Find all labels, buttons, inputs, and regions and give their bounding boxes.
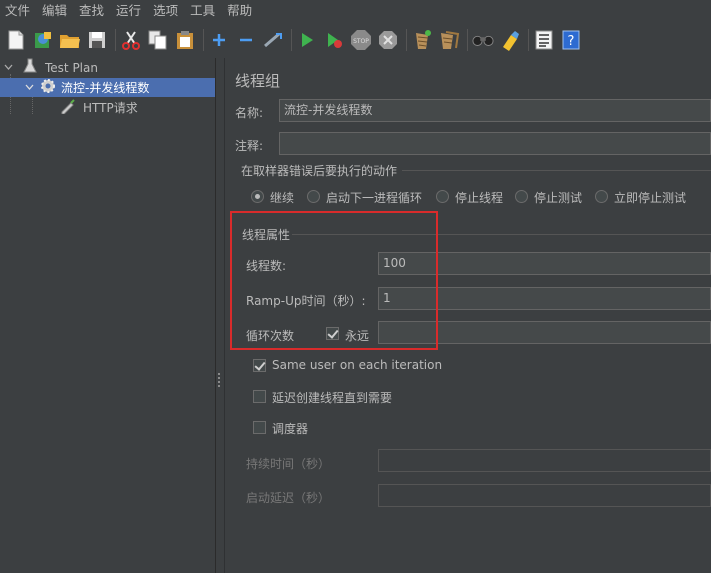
toolbar-separator: [115, 29, 116, 51]
menu-edit[interactable]: 编辑: [37, 0, 74, 22]
radio-stop-thread[interactable]: [436, 190, 449, 203]
new-icon[interactable]: [5, 29, 27, 51]
threads-label: 线程数:: [246, 259, 287, 273]
cut-icon[interactable]: [120, 29, 142, 51]
startup-delay-label: 启动延迟（秒）: [246, 491, 331, 505]
clear-all-icon[interactable]: [438, 29, 460, 51]
tree-label-thread-group: 流控-并发线程数: [61, 81, 150, 95]
loop-label: 循环次数: [246, 329, 295, 343]
comment-label: 注释:: [235, 139, 264, 153]
search-icon[interactable]: [472, 29, 494, 51]
menu-help[interactable]: 帮助: [222, 0, 259, 22]
chevron-down-icon[interactable]: [4, 61, 13, 75]
menu-search[interactable]: 查找: [74, 0, 111, 22]
tree-label-http-request: HTTP请求: [83, 101, 138, 115]
thread-props-title: 线程属性: [242, 228, 291, 242]
name-field[interactable]: 流控-并发线程数: [279, 99, 711, 122]
expand-icon[interactable]: [208, 29, 230, 51]
rampup-label: Ramp-Up时间（秒）:: [246, 294, 366, 308]
same-user-checkbox[interactable]: [253, 359, 266, 372]
svg-text:?: ?: [568, 34, 575, 49]
radio-stop-thread-label: 停止线程: [455, 191, 504, 205]
loop-count-field[interactable]: [378, 321, 711, 344]
radio-start-next-loop[interactable]: [307, 190, 320, 203]
flask-icon: [23, 58, 37, 77]
stop-icon[interactable]: STOP: [350, 29, 372, 51]
splitter-grip[interactable]: [218, 373, 220, 387]
radio-continue-label: 继续: [270, 191, 295, 205]
tree-label-test-plan: Test Plan: [45, 60, 98, 75]
duration-field[interactable]: [378, 449, 711, 472]
scheduler-label: 调度器: [272, 422, 309, 436]
rampup-field[interactable]: 1: [378, 287, 711, 310]
help-icon[interactable]: ?: [560, 29, 582, 51]
collapse-icon[interactable]: [235, 29, 257, 51]
tree-node-test-plan[interactable]: Test Plan: [0, 58, 98, 77]
panel-splitter[interactable]: [216, 58, 224, 573]
delay-create-checkbox[interactable]: [253, 390, 266, 403]
tree-node-http-request[interactable]: HTTP请求: [0, 98, 138, 117]
start-icon[interactable]: [296, 29, 318, 51]
paste-icon[interactable]: [174, 29, 196, 51]
panel-divider: [224, 58, 225, 573]
group-border: [402, 170, 711, 171]
start-no-timers-icon[interactable]: [323, 29, 345, 51]
menu-tools[interactable]: 工具: [185, 0, 222, 22]
toolbar-separator: [467, 29, 468, 51]
gear-icon: [40, 78, 56, 97]
function-helper-icon[interactable]: [533, 29, 555, 51]
chevron-down-icon[interactable]: [25, 81, 34, 95]
duration-label: 持续时间（秒）: [246, 457, 331, 471]
radio-stop-test[interactable]: [515, 190, 528, 203]
startup-delay-field[interactable]: [378, 484, 711, 507]
radio-stop-test-now-label: 立即停止测试: [614, 191, 687, 205]
scheduler-checkbox[interactable]: [253, 421, 266, 434]
toolbar-separator: [406, 29, 407, 51]
menu-options[interactable]: 选项: [148, 0, 185, 22]
copy-icon[interactable]: [147, 29, 169, 51]
shutdown-icon[interactable]: [377, 29, 399, 51]
name-label: 名称:: [235, 106, 264, 120]
forever-label: 永远: [345, 329, 370, 343]
pipette-icon: [60, 98, 76, 117]
templates-icon[interactable]: [32, 29, 54, 51]
threads-field[interactable]: 100: [378, 252, 711, 275]
error-action-title: 在取样器错误后要执行的动作: [241, 164, 398, 178]
toolbar-separator: [291, 29, 292, 51]
toggle-icon[interactable]: [262, 29, 284, 51]
save-icon[interactable]: [86, 29, 108, 51]
tree-node-thread-group[interactable]: 流控-并发线程数: [0, 78, 215, 97]
clear-icon[interactable]: [411, 29, 433, 51]
menu-run[interactable]: 运行: [111, 0, 148, 22]
page-title: 线程组: [235, 72, 281, 90]
svg-text:STOP: STOP: [353, 38, 369, 45]
menubar: 文件 编辑 查找 运行 选项 工具 帮助: [0, 0, 711, 22]
radio-stop-test-label: 停止测试: [534, 191, 583, 205]
toolbar-separator: [203, 29, 204, 51]
radio-continue[interactable]: [251, 190, 264, 203]
toolbar: STOP ?: [0, 22, 711, 58]
toolbar-separator: [528, 29, 529, 51]
comment-field[interactable]: [279, 132, 711, 155]
open-icon[interactable]: [59, 29, 81, 51]
delay-create-label: 延迟创建线程直到需要: [272, 391, 393, 405]
radio-start-next-loop-label: 启动下一进程循环: [326, 191, 423, 205]
menu-file[interactable]: 文件: [0, 0, 37, 22]
radio-stop-test-now[interactable]: [595, 190, 608, 203]
same-user-label: Same user on each iteration: [272, 358, 443, 372]
reset-search-icon[interactable]: [499, 29, 521, 51]
test-plan-tree: Test Plan 流控-并发线程数 HTTP请求: [0, 58, 216, 573]
forever-checkbox[interactable]: [326, 327, 339, 340]
group-border: [292, 234, 711, 235]
